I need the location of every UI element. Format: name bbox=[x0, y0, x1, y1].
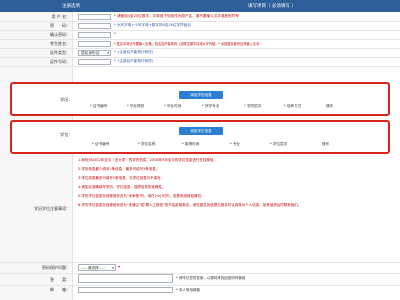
degree-label: 学位： bbox=[60, 132, 73, 137]
registration-page: 注册选项 填写项目（ 必须填写 ） 用 户 名： * 请使用4至20位数字、字母… bbox=[0, 0, 400, 300]
candidate-name-note: * 姓名中间请不要输入空格，姓名如不能体改（如带生僻字请用★字代替，* 请按居民… bbox=[114, 42, 263, 46]
degree-section: 学位： 添加学位信息 * 证书编号 * 学位名称 * 取得时间 * 专业 * 学… bbox=[10, 120, 390, 154]
id-type-value: 居民身份证 bbox=[81, 51, 100, 55]
note-item: 2.学历信息最少填写1条信息，最多可填写5条信息。 bbox=[78, 166, 160, 171]
education-notes-list: 1.我校对2002年至今（含大学）的学历信息、2008年9月至今的学位信息进行在… bbox=[78, 158, 378, 211]
degree-col-action: 操作 bbox=[322, 142, 330, 146]
row-divider bbox=[0, 285, 400, 286]
education-col-major: * 所学专业 bbox=[202, 104, 220, 108]
degree-col-name: * 学位名称 bbox=[138, 142, 156, 146]
id-number-note: *（注册后不能再行修改） bbox=[114, 59, 156, 63]
table-header: 注册选项 填写项目（ 必须填写 ） bbox=[0, 0, 400, 12]
education-col-school: * 毕业院校 bbox=[127, 104, 145, 108]
confirm-password-label: 确认密码： bbox=[50, 32, 70, 37]
degree-col-level: * 学位层次 bbox=[270, 142, 288, 146]
row-divider bbox=[0, 262, 400, 263]
row-divider bbox=[0, 66, 400, 67]
id-type-select[interactable]: 居民身份证 ▾ bbox=[78, 50, 111, 56]
email-note: * 本人常用邮箱 bbox=[176, 288, 200, 292]
row-divider bbox=[0, 273, 400, 274]
education-col-graduation-time: * 毕业时间 bbox=[164, 104, 182, 108]
answer-input[interactable] bbox=[78, 274, 173, 283]
note-item: 5.学历学位信息在线核验状态为"未审核"时，请在24小时内，查看系统核验情况。 bbox=[78, 193, 205, 198]
id-type-label: 证件类型： bbox=[50, 50, 70, 55]
email-input[interactable] bbox=[78, 287, 173, 293]
answer-label: 答 案： bbox=[50, 277, 70, 282]
security-question-label: 密码保护问题： bbox=[42, 265, 70, 270]
answer-note: * 请牢记您的答案，以便将来找回密码时使用 bbox=[176, 276, 246, 280]
note-item: 4.请如实准确填写学历、学位信息，保障信息的准确性。 bbox=[78, 184, 166, 189]
note-item: 3.学位信息最多可填写5条信息，无学位信息可不填写。 bbox=[78, 175, 165, 180]
degree-col-certificate: * 证书编号 bbox=[92, 142, 110, 146]
row-divider bbox=[0, 39, 400, 40]
education-section: 学历： 添加学历信息 * 证书编号 * 毕业院校 * 毕业时间 * 所学专业 *… bbox=[10, 82, 390, 116]
password-note: * 大写字母+小写字母+数字的6至16位字符组合 bbox=[114, 23, 191, 27]
education-col-training-mode: * 培养方式 bbox=[284, 104, 302, 108]
education-col-level: * 学历层次 bbox=[244, 104, 262, 108]
row-divider bbox=[0, 48, 400, 49]
id-number-input[interactable] bbox=[78, 59, 111, 65]
id-type-note: *（注册后不能再行修改） bbox=[114, 50, 156, 54]
note-item: 6.学历学位信息在线核验状态为"未通过"或"需人工核查"的不会影响报名，请在报名… bbox=[78, 202, 302, 207]
degree-col-major: * 专业 bbox=[230, 142, 241, 146]
header-col-options: 注册选项 bbox=[62, 4, 80, 9]
add-education-button[interactable]: 添加学历信息 bbox=[179, 91, 223, 99]
row-divider bbox=[0, 57, 400, 58]
row-divider bbox=[0, 21, 400, 22]
candidate-name-input[interactable] bbox=[78, 41, 111, 47]
security-question-select[interactable]: -----请选择----- ▾ bbox=[78, 264, 116, 271]
email-label: 邮 箱： bbox=[50, 287, 70, 292]
education-col-action: 操作 bbox=[326, 104, 334, 108]
education-label: 学历： bbox=[60, 97, 73, 102]
security-question-value: -----请选择----- bbox=[81, 266, 106, 270]
degree-col-time: * 取得时间 bbox=[182, 142, 200, 146]
header-col-fields: 填写项目（ 必须填写 ） bbox=[248, 4, 296, 9]
password-label: 密 码： bbox=[50, 23, 70, 28]
note-item: 1.我校对2002年至今（含大学）的学历信息、2008年9月至今的学位信息进行在… bbox=[78, 158, 217, 162]
id-number-label: 证件号码： bbox=[50, 59, 70, 64]
chevron-down-icon: ▾ bbox=[107, 51, 109, 55]
education-col-certificate: * 证书编号 bbox=[90, 104, 108, 108]
confirm-password-note: * bbox=[114, 32, 116, 36]
education-notes-label: 学历学位注意事项： bbox=[34, 206, 70, 211]
chevron-down-icon: ▾ bbox=[112, 266, 114, 270]
required-mark: * bbox=[118, 265, 121, 270]
add-degree-button[interactable]: 添加学位信息 bbox=[179, 127, 223, 135]
confirm-password-input[interactable] bbox=[78, 32, 111, 38]
row-divider bbox=[0, 30, 400, 31]
username-input[interactable] bbox=[78, 14, 111, 20]
username-note: * 请使用4至20位数字、字母或下划线作为用户名，请不要输入汉字或其他符号 bbox=[114, 14, 239, 18]
password-input[interactable] bbox=[78, 23, 111, 29]
username-label: 用 户 名： bbox=[51, 14, 70, 19]
candidate-name-label: 考生姓名： bbox=[50, 41, 70, 46]
